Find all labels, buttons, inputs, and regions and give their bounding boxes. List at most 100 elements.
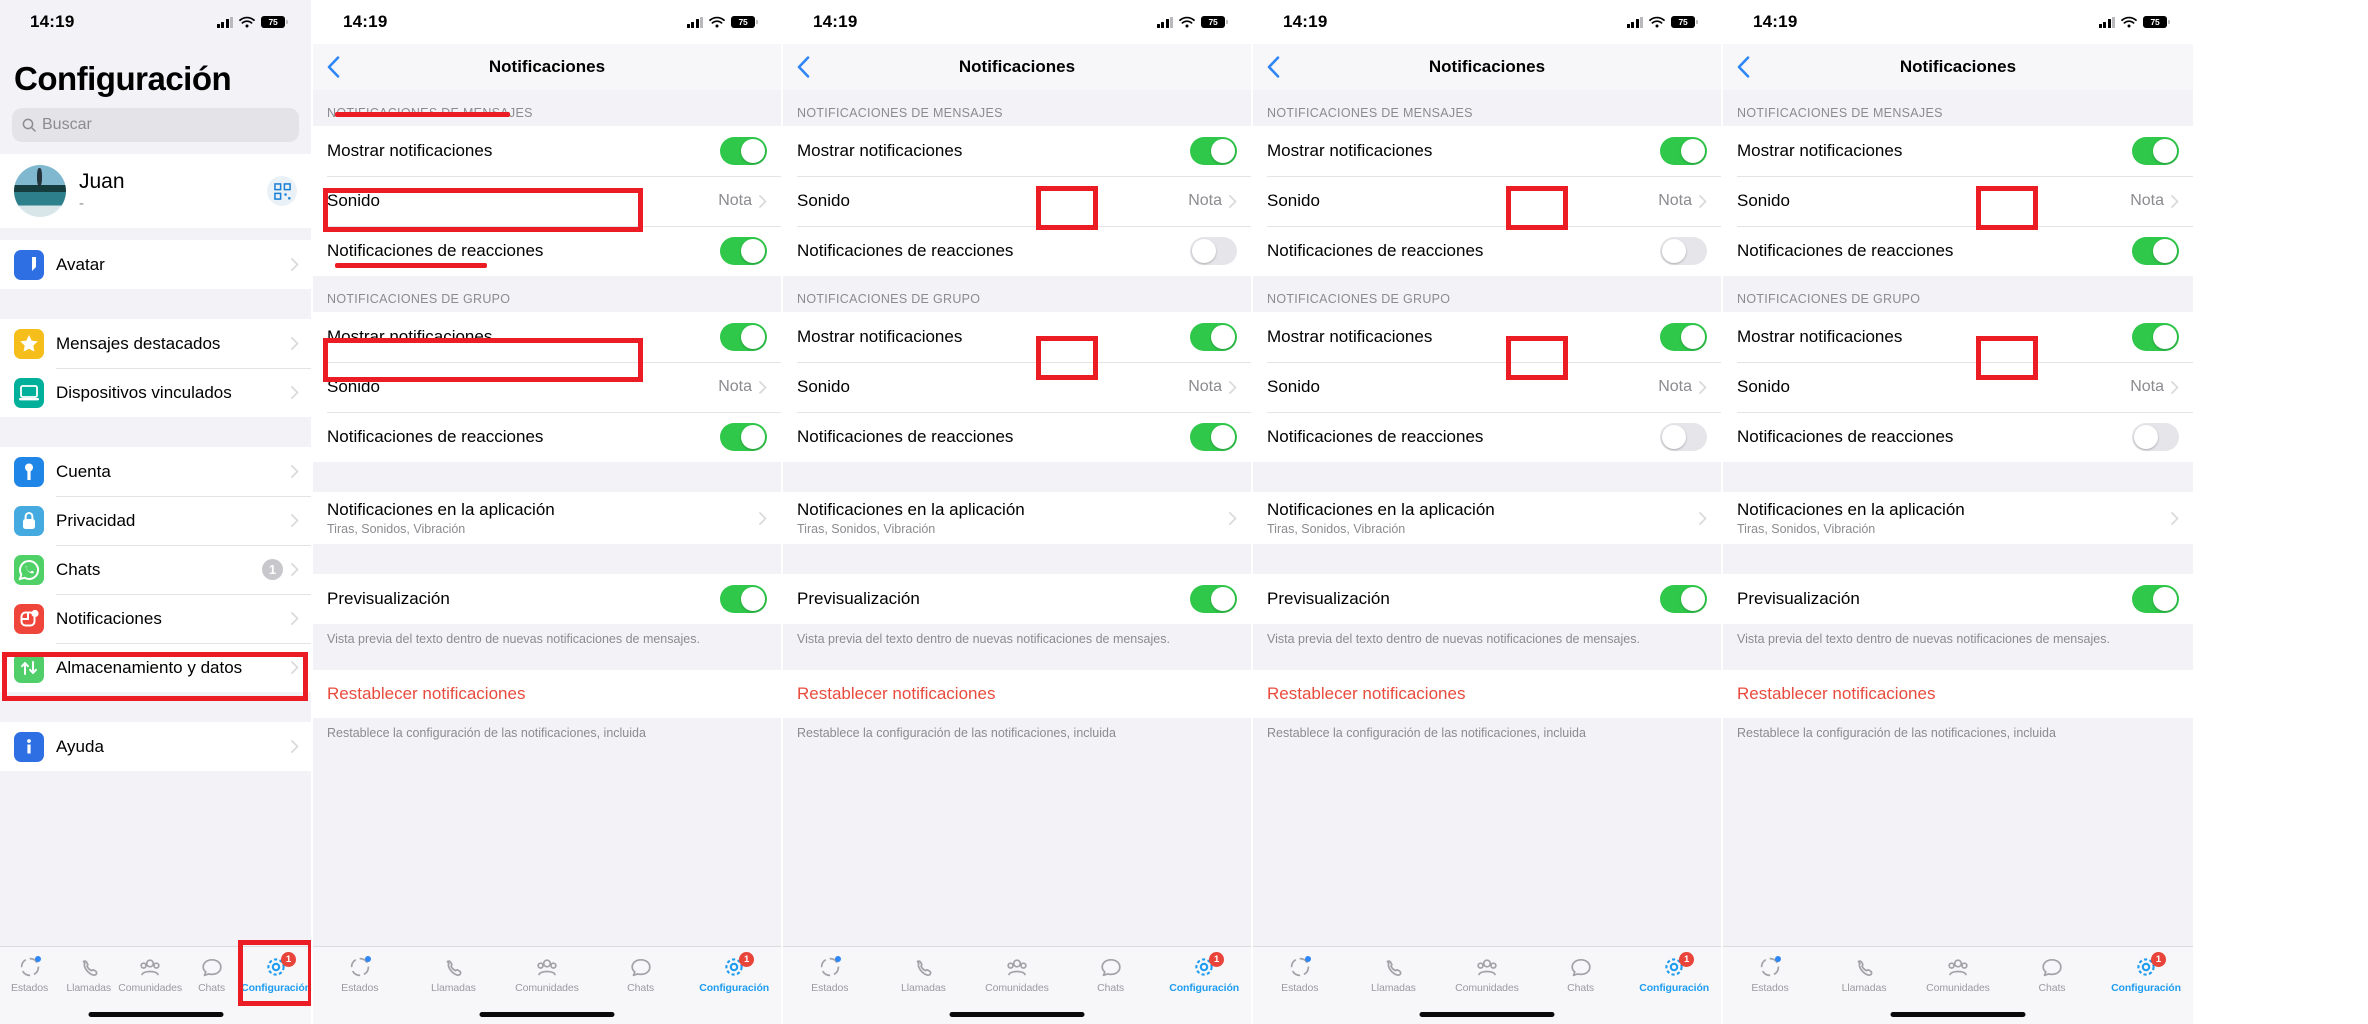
laptop-icon bbox=[14, 377, 44, 408]
row-reaction-notifications-messages[interactable]: Notificaciones de reacciones bbox=[313, 226, 781, 276]
row-show-notifications[interactable]: Mostrar notificaciones bbox=[1253, 126, 1721, 176]
row-preview[interactable]: Previsualización bbox=[1723, 574, 2193, 624]
tab-llamadas[interactable]: Llamadas bbox=[59, 955, 118, 994]
sidebar-item-cuenta[interactable]: Cuenta bbox=[0, 447, 311, 496]
row-reaction-notifications-group[interactable]: Notificaciones de reacciones bbox=[1723, 412, 2193, 462]
qr-code-icon[interactable] bbox=[267, 176, 297, 206]
row-show-notifications-group[interactable]: Mostrar notificaciones bbox=[313, 312, 781, 362]
toggle-preview[interactable] bbox=[1190, 585, 1237, 613]
search-input[interactable]: Buscar bbox=[12, 108, 299, 142]
row-preview[interactable]: Previsualización bbox=[313, 574, 781, 624]
sidebar-item-avatar[interactable]: Avatar bbox=[0, 240, 311, 289]
sidebar-item-chats[interactable]: Chats 1 bbox=[0, 545, 311, 594]
row-show-notifications[interactable]: Mostrar notificaciones bbox=[783, 126, 1251, 176]
row-sound-group[interactable]: Sonido Nota bbox=[783, 362, 1251, 412]
tab-llamadas[interactable]: Llamadas bbox=[1817, 955, 1911, 994]
tab-estados[interactable]: Estados bbox=[0, 955, 59, 994]
toggle-show-notifications-messages[interactable] bbox=[1660, 137, 1707, 165]
toggle-reactions-messages[interactable] bbox=[1190, 237, 1237, 265]
tab-configuracin[interactable]: 1 Configuración bbox=[241, 952, 311, 994]
sidebar-item-notificaciones[interactable]: Notificaciones bbox=[0, 594, 311, 643]
row-in-app-notifications[interactable]: Notificaciones en la aplicación Tiras, So… bbox=[1253, 492, 1721, 544]
toggle-show-notifications-messages[interactable] bbox=[1190, 137, 1237, 165]
reset-notifications-button[interactable]: Restablecer notificaciones bbox=[313, 669, 781, 718]
tab-estados[interactable]: Estados bbox=[1253, 955, 1347, 994]
tab-llamadas[interactable]: Llamadas bbox=[877, 955, 971, 994]
row-sound[interactable]: Sonido Nota bbox=[1723, 176, 2193, 226]
sidebar-item-almacenamiento[interactable]: Almacenamiento y datos bbox=[0, 643, 311, 692]
toggle-show-notifications-group[interactable] bbox=[1660, 323, 1707, 351]
group-section: Mostrar notificaciones Sonido Nota Notifica… bbox=[1723, 312, 2193, 462]
status-bar: 14:19 75 bbox=[1253, 0, 1721, 44]
sidebar-item-privacidad[interactable]: Privacidad bbox=[0, 496, 311, 545]
profile-row[interactable]: Juan - bbox=[0, 154, 311, 228]
tab-estados[interactable]: Estados bbox=[313, 955, 407, 994]
tab-comunidades[interactable]: Comunidades bbox=[1440, 955, 1534, 994]
tab-chats[interactable]: Chats bbox=[1534, 955, 1628, 994]
tab-comunidades[interactable]: Comunidades bbox=[500, 955, 594, 994]
preview-section: Previsualización bbox=[1723, 574, 2193, 624]
row-sound-group[interactable]: Sonido Nota bbox=[1723, 362, 2193, 412]
row-reaction-notifications-group[interactable]: Notificaciones de reacciones bbox=[313, 412, 781, 462]
row-sound-group[interactable]: Sonido Nota bbox=[1253, 362, 1721, 412]
row-value: Nota bbox=[1188, 378, 1222, 395]
toggle-reactions-group[interactable] bbox=[2132, 423, 2179, 451]
row-reaction-notifications-group[interactable]: Notificaciones de reacciones bbox=[783, 412, 1251, 462]
row-in-app-notifications[interactable]: Notificaciones en la aplicación Tiras, So… bbox=[1723, 492, 2193, 544]
tab-comunidades[interactable]: Comunidades bbox=[1911, 955, 2005, 994]
tab-configuracin[interactable]: 1 Configuración bbox=[687, 952, 781, 994]
tab-chats[interactable]: Chats bbox=[594, 955, 688, 994]
toggle-preview[interactable] bbox=[1660, 585, 1707, 613]
tab-configuracin[interactable]: 1 Configuración bbox=[2099, 952, 2193, 994]
row-in-app-notifications[interactable]: Notificaciones en la aplicación Tiras, So… bbox=[313, 492, 781, 544]
tab-estados[interactable]: Estados bbox=[783, 955, 877, 994]
row-show-notifications[interactable]: Mostrar notificaciones bbox=[313, 126, 781, 176]
row-sound[interactable]: Sonido Nota bbox=[313, 176, 781, 226]
notifications-screen: NOTIFICACIONES DE MENSAJES Mostrar notifi… bbox=[783, 90, 1251, 946]
toggle-show-notifications-messages[interactable] bbox=[720, 137, 767, 165]
reset-notifications-button[interactable]: Restablecer notificaciones bbox=[1253, 669, 1721, 718]
toggle-preview[interactable] bbox=[720, 585, 767, 613]
toggle-reactions-group[interactable] bbox=[1190, 423, 1237, 451]
tab-estados[interactable]: Estados bbox=[1723, 955, 1817, 994]
tab-llamadas[interactable]: Llamadas bbox=[407, 955, 501, 994]
row-reaction-notifications-messages[interactable]: Notificaciones de reacciones bbox=[1723, 226, 2193, 276]
toggle-reactions-messages[interactable] bbox=[720, 237, 767, 265]
row-sound-group[interactable]: Sonido Nota bbox=[313, 362, 781, 412]
toggle-show-notifications-group[interactable] bbox=[2132, 323, 2179, 351]
reset-notifications-button[interactable]: Restablecer notificaciones bbox=[1723, 669, 2193, 718]
reset-notifications-button[interactable]: Restablecer notificaciones bbox=[783, 669, 1251, 718]
toggle-show-notifications-messages[interactable] bbox=[2132, 137, 2179, 165]
row-reaction-notifications-messages[interactable]: Notificaciones de reacciones bbox=[1253, 226, 1721, 276]
toggle-show-notifications-group[interactable] bbox=[720, 323, 767, 351]
tab-comunidades[interactable]: Comunidades bbox=[970, 955, 1064, 994]
toggle-reactions-messages[interactable] bbox=[2132, 237, 2179, 265]
row-show-notifications-group[interactable]: Mostrar notificaciones bbox=[1723, 312, 2193, 362]
sidebar-item-dispositivos[interactable]: Dispositivos vinculados bbox=[0, 368, 311, 417]
row-in-app-notifications[interactable]: Notificaciones en la aplicación Tiras, So… bbox=[783, 492, 1251, 544]
tab-chats[interactable]: Chats bbox=[2005, 955, 2099, 994]
row-reaction-notifications-messages[interactable]: Notificaciones de reacciones bbox=[783, 226, 1251, 276]
toggle-reactions-messages[interactable] bbox=[1660, 237, 1707, 265]
sidebar-item-mensajes[interactable]: Mensajes destacados bbox=[0, 319, 311, 368]
tab-configuracin[interactable]: 1 Configuración bbox=[1627, 952, 1721, 994]
tab-comunidades[interactable]: Comunidades bbox=[118, 955, 182, 994]
toggle-reactions-group[interactable] bbox=[1660, 423, 1707, 451]
tab-chats[interactable]: Chats bbox=[182, 955, 241, 994]
row-reaction-notifications-group[interactable]: Notificaciones de reacciones bbox=[1253, 412, 1721, 462]
row-show-notifications[interactable]: Mostrar notificaciones bbox=[1723, 126, 2193, 176]
row-show-notifications-group[interactable]: Mostrar notificaciones bbox=[783, 312, 1251, 362]
status-ring-icon bbox=[347, 955, 373, 979]
row-sound[interactable]: Sonido Nota bbox=[1253, 176, 1721, 226]
tab-chats[interactable]: Chats bbox=[1064, 955, 1158, 994]
row-preview[interactable]: Previsualización bbox=[783, 574, 1251, 624]
toggle-preview[interactable] bbox=[2132, 585, 2179, 613]
sidebar-item-ayuda[interactable]: Ayuda bbox=[0, 722, 311, 771]
row-preview[interactable]: Previsualización bbox=[1253, 574, 1721, 624]
row-show-notifications-group[interactable]: Mostrar notificaciones bbox=[1253, 312, 1721, 362]
toggle-show-notifications-group[interactable] bbox=[1190, 323, 1237, 351]
toggle-reactions-group[interactable] bbox=[720, 423, 767, 451]
tab-llamadas[interactable]: Llamadas bbox=[1347, 955, 1441, 994]
row-sound[interactable]: Sonido Nota bbox=[783, 176, 1251, 226]
tab-configuracin[interactable]: 1 Configuración bbox=[1157, 952, 1251, 994]
